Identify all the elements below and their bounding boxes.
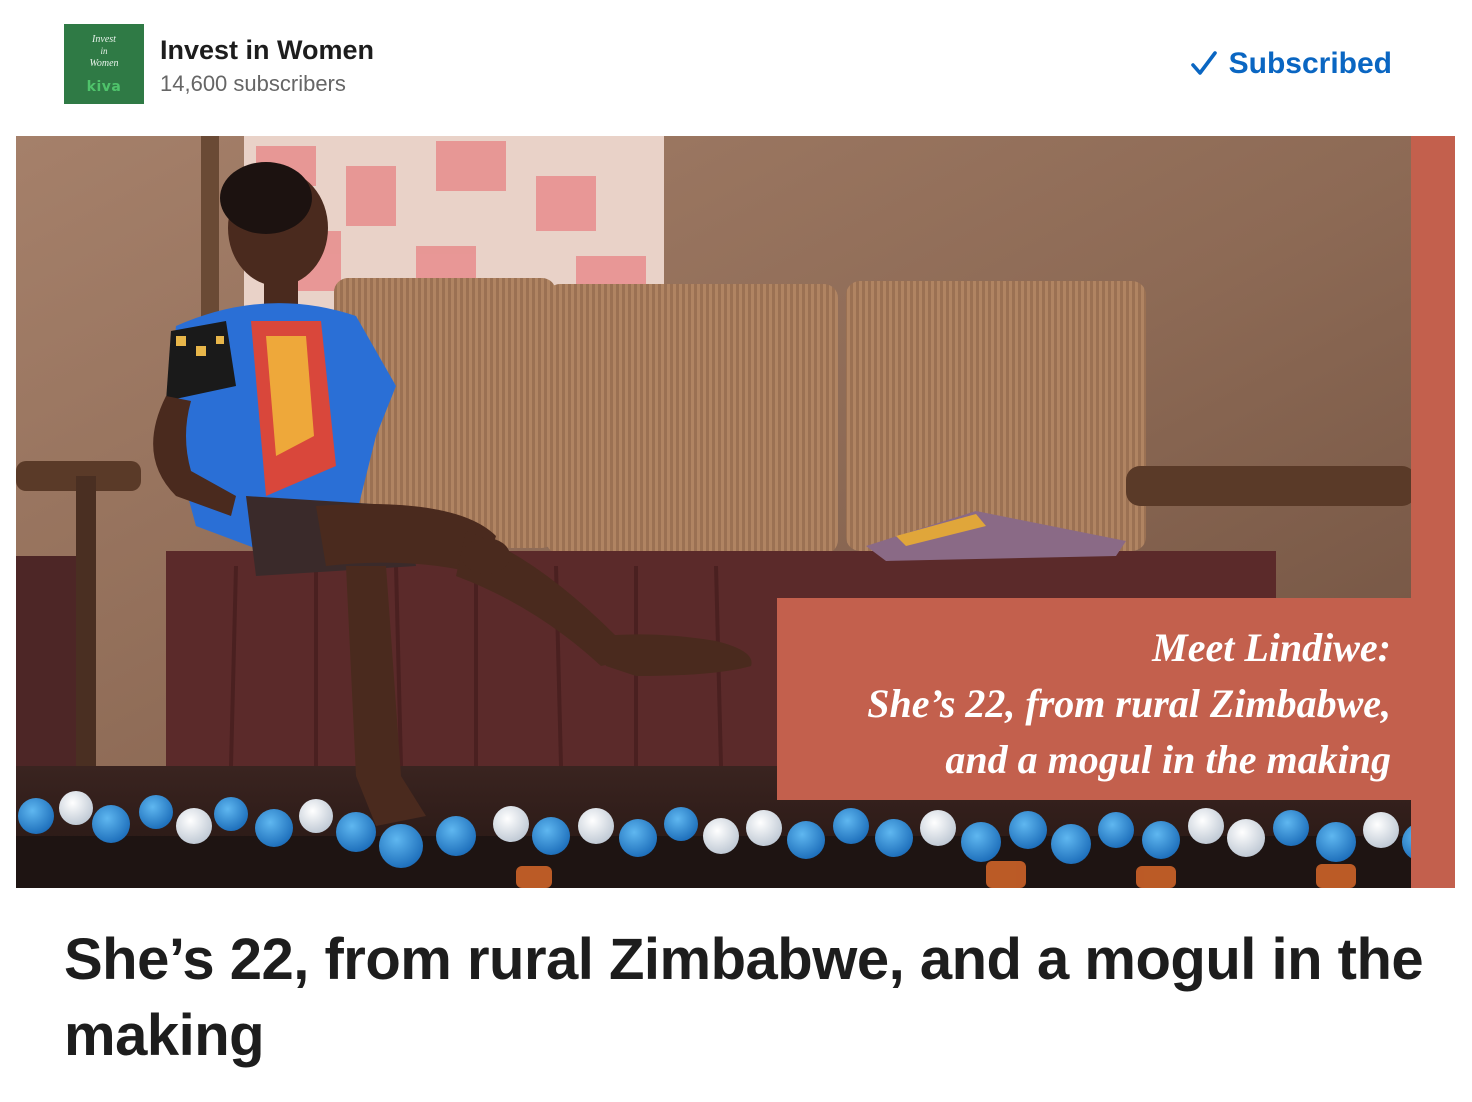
newsletter-name[interactable]: Invest in Women: [160, 34, 374, 66]
subscriber-count: 14,600 subscribers: [160, 71, 346, 96]
hero-image[interactable]: Meet Lindiwe: She’s 22, from rural Zimba…: [16, 136, 1455, 888]
checkmark-icon: [1189, 49, 1219, 79]
subscribed-button[interactable]: Subscribed: [1189, 43, 1392, 85]
newsletter-logo[interactable]: Invest in Women kiva: [64, 24, 144, 104]
logo-brand: kiva: [86, 79, 122, 95]
hero-overlay-caption: Meet Lindiwe: She’s 22, from rural Zimba…: [777, 598, 1411, 800]
logo-text-line: Invest: [92, 34, 116, 45]
newsletter-header: Invest in Women kiva Invest in Women 14,…: [0, 0, 1472, 136]
overlay-line: Meet Lindiwe:: [1152, 625, 1391, 670]
overlay-line: and a mogul in the making: [945, 737, 1391, 782]
subscribed-button-label: Subscribed: [1228, 47, 1392, 80]
overlay-line: She’s 22, from rural Zimbabwe,: [867, 681, 1391, 726]
article-title[interactable]: She’s 22, from rural Zimbabwe, and a mog…: [64, 922, 1434, 1074]
logo-text-line: in: [100, 46, 108, 56]
logo-text-line: Women: [89, 58, 119, 69]
